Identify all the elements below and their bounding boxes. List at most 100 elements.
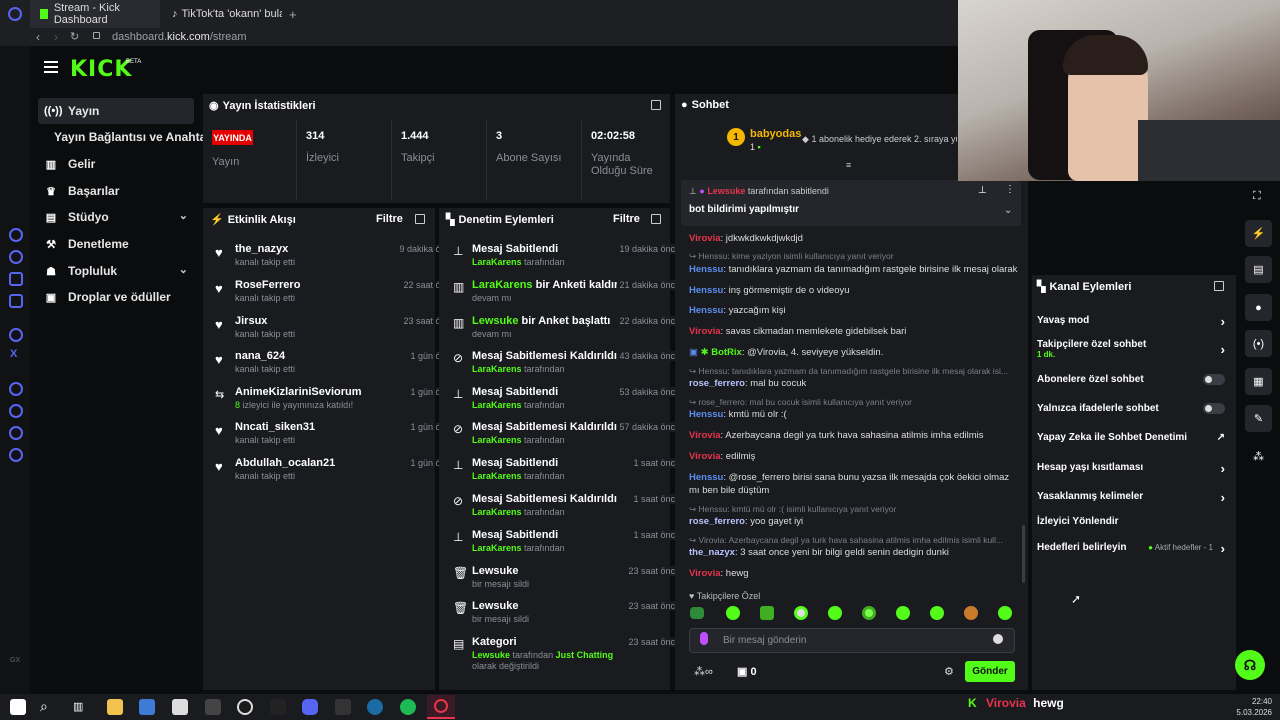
browser-menu-icon[interactable] bbox=[8, 7, 22, 21]
popout-icon[interactable] bbox=[415, 214, 425, 224]
chat-username[interactable]: Henssu bbox=[689, 285, 723, 296]
sidebar-item-gelir[interactable]: ▥ Gelir bbox=[38, 151, 194, 177]
chat-username[interactable]: Virovia bbox=[689, 233, 721, 244]
forward-icon[interactable]: › bbox=[54, 30, 58, 44]
dock-discord-icon[interactable] bbox=[9, 250, 23, 264]
channel-action-account-age[interactable]: Hesap yaşı kısıtlaması › bbox=[1037, 461, 1229, 476]
chat-username[interactable]: Henssu bbox=[689, 305, 723, 316]
chat-username[interactable]: rose_ferrero bbox=[689, 516, 745, 527]
mic-icon[interactable] bbox=[700, 632, 708, 645]
channel-action-followers-only[interactable]: Takipçilere özel sohbet 1 dk. › bbox=[1037, 339, 1229, 359]
emote-9[interactable] bbox=[964, 606, 978, 620]
channel-action-emote-only[interactable]: Yalnızca ifadelerle sohbet bbox=[1037, 403, 1229, 414]
mod-actor[interactable]: LaraKarens bbox=[472, 257, 522, 267]
taskbar-steam-icon[interactable] bbox=[367, 699, 383, 715]
channel-action-ai-moderation[interactable]: Yapay Zeka ile Sohbet Denetimi ↗ bbox=[1037, 432, 1229, 443]
chat-username[interactable]: Virovia bbox=[689, 451, 721, 462]
browser-tab-kick[interactable]: Stream - Kick Dashboard bbox=[30, 0, 160, 28]
dock-instagram-icon[interactable] bbox=[9, 272, 23, 286]
channel-action-goals[interactable]: Hedefleri belirleyin ● Aktif hedefler - … bbox=[1037, 541, 1229, 556]
chat-scrollbar[interactable] bbox=[1022, 525, 1025, 583]
emote-4[interactable] bbox=[794, 606, 808, 620]
system-clock[interactable]: 22:40 5.03.2026 bbox=[1232, 696, 1272, 718]
back-icon[interactable]: ‹ bbox=[36, 30, 40, 44]
emote-7[interactable] bbox=[896, 606, 910, 620]
chat-username[interactable]: Henssu bbox=[689, 472, 723, 483]
chat-username[interactable]: Virovia bbox=[689, 326, 721, 337]
emote-only-toggle[interactable] bbox=[1203, 403, 1225, 414]
browser-tab-tiktok[interactable]: ♪ TikTok'ta 'okann' bulabilir... bbox=[162, 0, 282, 28]
emote-5[interactable] bbox=[828, 606, 842, 620]
taskbar-obs-icon[interactable] bbox=[237, 699, 253, 715]
quick-action-moderation-icon[interactable]: ▦ bbox=[1245, 368, 1272, 395]
sidebar-item-denetleme[interactable]: ⚒ Denetleme bbox=[38, 231, 194, 257]
sidebar-item-stream-key[interactable]: Yayın Bağlantısı ve Anahtarı bbox=[48, 124, 214, 150]
chat-username[interactable]: Virovia bbox=[689, 430, 721, 441]
more-options-icon[interactable]: ⋮ bbox=[1005, 184, 1015, 195]
taskbar-spotify-icon[interactable] bbox=[400, 699, 416, 715]
chat-username[interactable]: Henssu bbox=[689, 409, 723, 420]
mod-actor[interactable]: LaraKarens bbox=[472, 471, 522, 481]
chat-username[interactable]: the_nazyx bbox=[689, 547, 735, 558]
taskbar-file-icon[interactable] bbox=[172, 699, 188, 715]
taskbar-monitor-icon[interactable] bbox=[139, 699, 155, 715]
dock-messenger-icon[interactable] bbox=[9, 228, 23, 242]
chat-username[interactable]: Henssu bbox=[689, 264, 723, 275]
taskbar-taskview-icon[interactable]: ▥ bbox=[73, 700, 83, 713]
quick-action-tools-icon[interactable]: ✎ bbox=[1245, 405, 1272, 432]
mod-actor[interactable]: LaraKarens bbox=[472, 435, 522, 445]
mod-actor[interactable]: Lewsuke bbox=[472, 650, 510, 660]
taskbar-epic-icon[interactable] bbox=[335, 699, 351, 715]
chat-username[interactable]: Virovia bbox=[689, 568, 721, 579]
dock-vpn-icon[interactable] bbox=[9, 328, 23, 342]
chat-username[interactable]: BotRix bbox=[711, 347, 742, 358]
taskbar-search-icon[interactable]: ⌕ bbox=[40, 698, 48, 715]
collapse-icon[interactable]: ≡ bbox=[846, 160, 851, 170]
sidebar-item-basarilar[interactable]: ♛ Başarılar bbox=[38, 178, 194, 204]
fullscreen-icon[interactable]: ⛶ bbox=[1253, 190, 1261, 203]
quick-action-community-icon[interactable]: ⁂ bbox=[1253, 450, 1264, 463]
sidebar-item-droplar[interactable]: ▣ Droplar ve ödüller bbox=[38, 284, 194, 310]
mod-actor[interactable]: LaraKarens bbox=[472, 279, 533, 291]
emote-1[interactable] bbox=[690, 607, 704, 619]
subs-only-toggle[interactable] bbox=[1203, 374, 1225, 385]
mod-actor[interactable]: LaraKarens bbox=[472, 507, 522, 517]
pinned-icon[interactable]: ⊥ bbox=[978, 185, 987, 196]
moderation-filter-button[interactable]: Filtre bbox=[613, 213, 640, 225]
top-gifter-name[interactable]: babyodas bbox=[750, 128, 801, 140]
new-tab-button[interactable]: + bbox=[289, 7, 297, 22]
taskbar-opera-gx-icon[interactable] bbox=[427, 695, 455, 719]
activity-filter-button[interactable]: Filtre bbox=[376, 213, 403, 225]
sidebar-item-studyo[interactable]: ▤ Stüdyo ⌄ bbox=[38, 204, 194, 230]
settings-gear-icon[interactable]: ⚙ bbox=[944, 665, 954, 678]
emote-10[interactable] bbox=[998, 606, 1012, 620]
channel-action-banned-words[interactable]: Yasaklanmış kelimeler › bbox=[1037, 490, 1229, 505]
dock-play-icon[interactable] bbox=[9, 382, 23, 396]
send-button[interactable]: Gönder bbox=[965, 661, 1015, 682]
mod-actor[interactable]: LaraKarens bbox=[472, 400, 522, 410]
quick-action-broadcast-icon[interactable]: (•) bbox=[1245, 330, 1272, 357]
popout-icon[interactable] bbox=[651, 214, 661, 224]
emote-6[interactable] bbox=[862, 606, 876, 620]
emote-2[interactable] bbox=[726, 606, 740, 620]
taskbar-discord-icon[interactable] bbox=[302, 699, 318, 715]
taskbar-app-icon[interactable] bbox=[205, 699, 221, 715]
reload-icon[interactable]: ↻ bbox=[70, 30, 79, 43]
pinned-by-user[interactable]: Lewsuke bbox=[707, 186, 745, 196]
kick-logo[interactable]: KICK bbox=[70, 57, 132, 82]
dock-history-icon[interactable] bbox=[9, 404, 23, 418]
quick-action-lightning-icon[interactable]: ⚡ bbox=[1245, 220, 1272, 247]
popout-icon[interactable] bbox=[1214, 281, 1224, 291]
windows-start-icon[interactable] bbox=[10, 699, 26, 715]
hamburger-menu-icon[interactable] bbox=[44, 61, 58, 75]
dock-settings-icon[interactable] bbox=[9, 448, 23, 462]
mod-actor[interactable]: LaraKarens bbox=[472, 543, 522, 553]
quick-action-chat-icon[interactable]: ● bbox=[1245, 294, 1272, 321]
chat-username[interactable]: rose_ferrero bbox=[689, 378, 745, 389]
taskbar-launcher-icon[interactable] bbox=[270, 699, 286, 715]
popout-icon[interactable] bbox=[651, 100, 661, 110]
points-display[interactable]: ▣ 0 bbox=[737, 665, 757, 678]
emote-8[interactable] bbox=[930, 606, 944, 620]
mod-actor[interactable]: Lewsuke bbox=[472, 315, 518, 327]
channel-action-slow-mode[interactable]: Yavaş mod › bbox=[1037, 314, 1229, 329]
